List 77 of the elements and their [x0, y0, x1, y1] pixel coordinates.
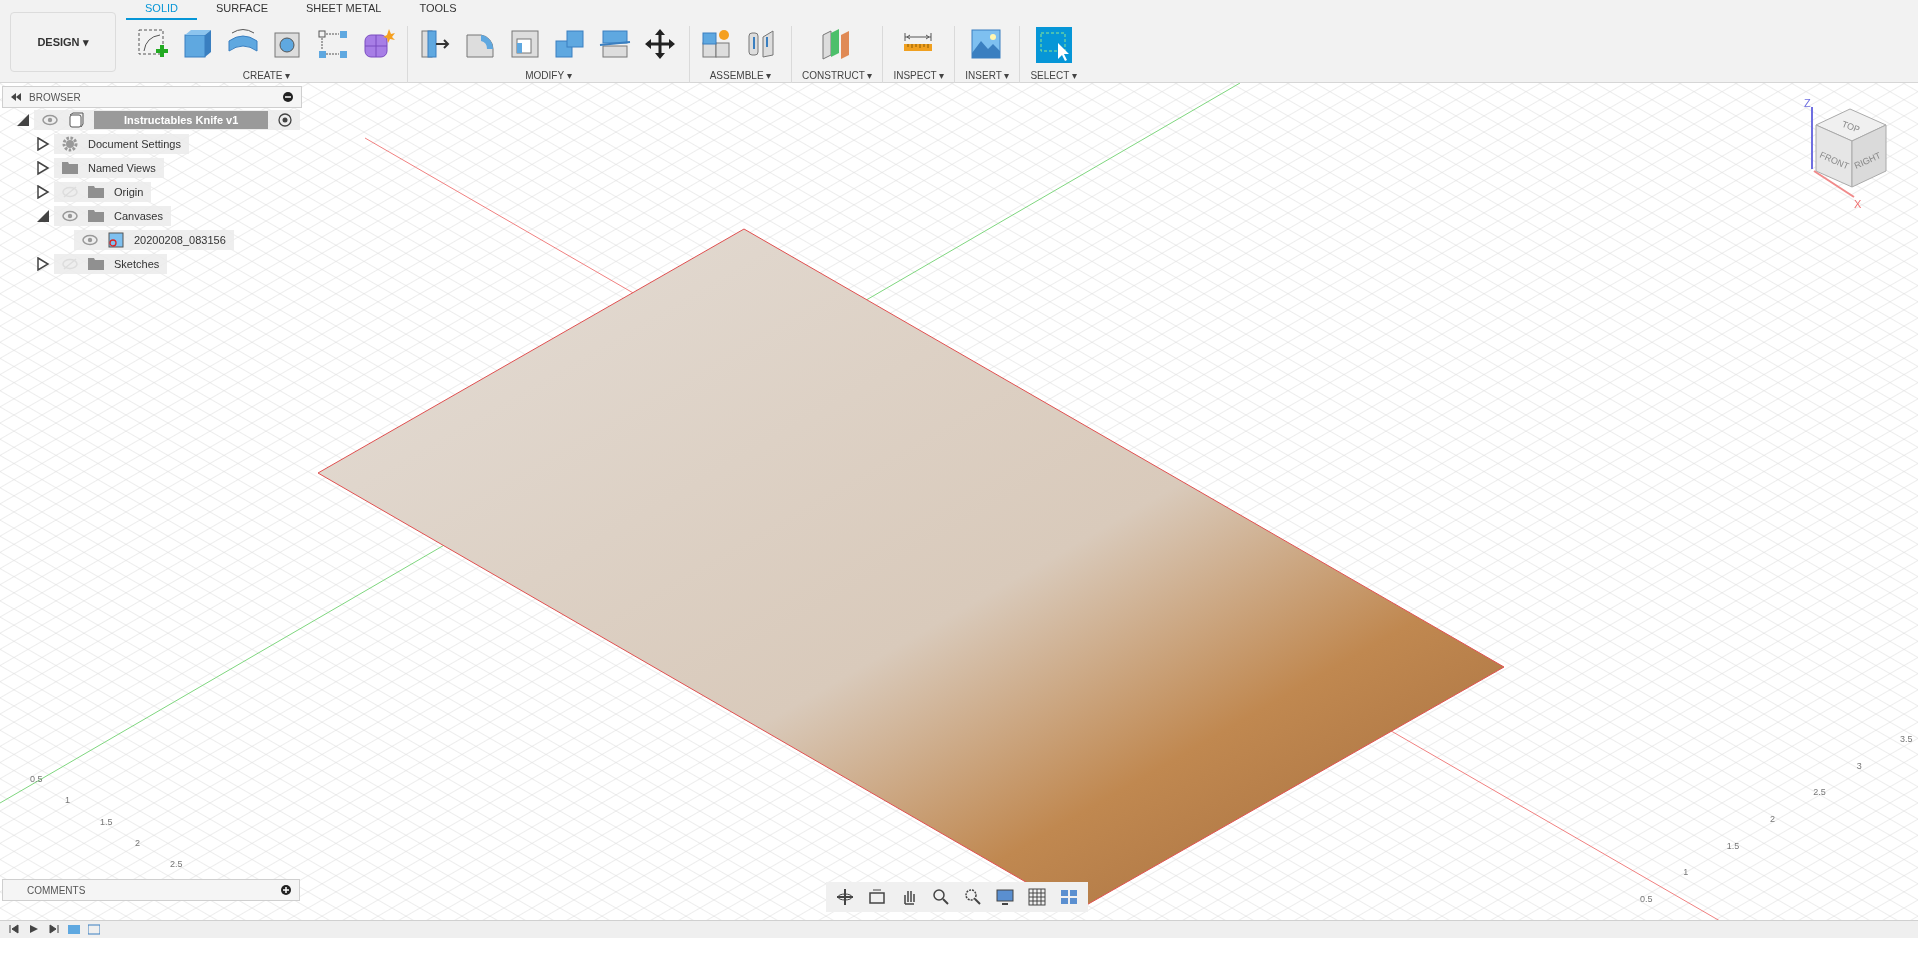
grid-label: 1.5 [100, 815, 113, 829]
group-menu[interactable]: CONSTRUCT ▾ [802, 68, 873, 83]
tree-item[interactable]: Sketches [54, 254, 168, 274]
tree-label: Sketches [114, 256, 160, 272]
step-forward-icon[interactable] [48, 924, 60, 935]
sketch-feature-icon[interactable] [88, 924, 100, 935]
folder-icon [88, 208, 104, 224]
cube-face-label: TOP [1840, 118, 1862, 135]
ribbon-tab[interactable]: SHEET METAL [287, 0, 401, 20]
collapse-arrow-icon[interactable] [36, 209, 50, 223]
add-icon[interactable] [281, 885, 291, 895]
grid-icon[interactable] [1028, 888, 1046, 906]
tree-item[interactable]: Origin [54, 182, 152, 202]
ribbon-tab[interactable]: SURFACE [197, 0, 287, 20]
folder-icon [88, 184, 104, 200]
grid-label: 3.5 [1900, 733, 1913, 746]
eye-icon[interactable] [62, 210, 78, 222]
play-icon[interactable] [28, 924, 40, 935]
grid-label: 2.5 [170, 858, 183, 871]
tree-label: Document Settings [88, 136, 181, 152]
tree-label: 20200208_083156 [134, 232, 226, 248]
step-back-icon[interactable] [8, 924, 20, 935]
component-box-icon [68, 112, 84, 128]
ribbon-tab[interactable]: TOOLS [400, 0, 476, 20]
viewports-icon[interactable] [1060, 888, 1078, 906]
group-menu[interactable]: MODIFY ▾ [525, 68, 572, 83]
grid-label: 2.5 [1813, 786, 1826, 800]
grid-label: 2 [135, 836, 140, 850]
tree-item[interactable]: Named Views [54, 158, 164, 178]
workspace-dropdown[interactable]: DESIGN ▾ [10, 12, 116, 72]
view-cube[interactable] [1815, 108, 1887, 188]
axis-label: X [1854, 198, 1862, 210]
tree-label: Named Views [88, 160, 156, 176]
grid-label: 2 [1770, 813, 1775, 826]
picture-icon [108, 232, 124, 248]
gear-icon [62, 136, 78, 152]
folder-icon [62, 160, 78, 176]
look-at-icon[interactable] [868, 888, 886, 906]
activate-radio-icon[interactable] [278, 113, 293, 127]
orbit-icon[interactable] [836, 888, 854, 906]
expand-arrow-icon[interactable] [36, 185, 50, 199]
expand-arrow-icon[interactable] [36, 161, 50, 175]
tree-item[interactable]: Canvases [54, 206, 171, 226]
group-menu[interactable]: SELECT ▾ [1030, 68, 1077, 83]
selection-cursor-icon[interactable] [1035, 27, 1072, 63]
tree-label: Canvases [114, 208, 163, 224]
canvas-feature-icon[interactable] [68, 924, 80, 935]
group-menu[interactable]: INSERT ▾ [965, 68, 1010, 83]
folder-icon [88, 256, 104, 272]
tree-label: Instructables Knife v1 [94, 110, 269, 130]
grid-label: 3 [1856, 759, 1862, 773]
x-axis-line [1813, 170, 1855, 198]
zoom-window-icon[interactable] [964, 888, 982, 906]
collapse-icon[interactable] [11, 93, 21, 101]
grid-label: 1.5 [1726, 839, 1740, 853]
grid-label: 0.5 [30, 773, 43, 786]
grid-label: 1 [65, 794, 70, 808]
display-monitor-icon[interactable] [996, 888, 1014, 906]
tree-item[interactable]: 20200208_083156 [74, 230, 234, 250]
tree-label: Origin [114, 184, 144, 200]
minimize-icon[interactable] [283, 92, 293, 102]
axis-label: Z [1804, 97, 1811, 109]
grid-label: 0.5 [1640, 893, 1653, 906]
grid-label: 1 [1683, 866, 1689, 880]
tree-item[interactable]: Document Settings [54, 134, 189, 154]
collapse-arrow-icon[interactable] [16, 113, 30, 127]
z-axis-line [1811, 106, 1813, 170]
group-menu[interactable]: ASSEMBLE ▾ [709, 68, 772, 83]
zoom-icon[interactable] [932, 888, 950, 906]
group-menu[interactable]: CREATE ▾ [242, 68, 291, 83]
group-menu[interactable]: INSPECT ▾ [893, 68, 945, 83]
expand-arrow-icon[interactable] [36, 137, 50, 151]
eye-icon[interactable] [42, 114, 58, 126]
panel-title: BROWSER [29, 90, 82, 105]
eye-icon[interactable] [82, 234, 98, 246]
expand-arrow-icon[interactable] [36, 257, 50, 271]
panel-title: COMMENTS [27, 883, 86, 898]
